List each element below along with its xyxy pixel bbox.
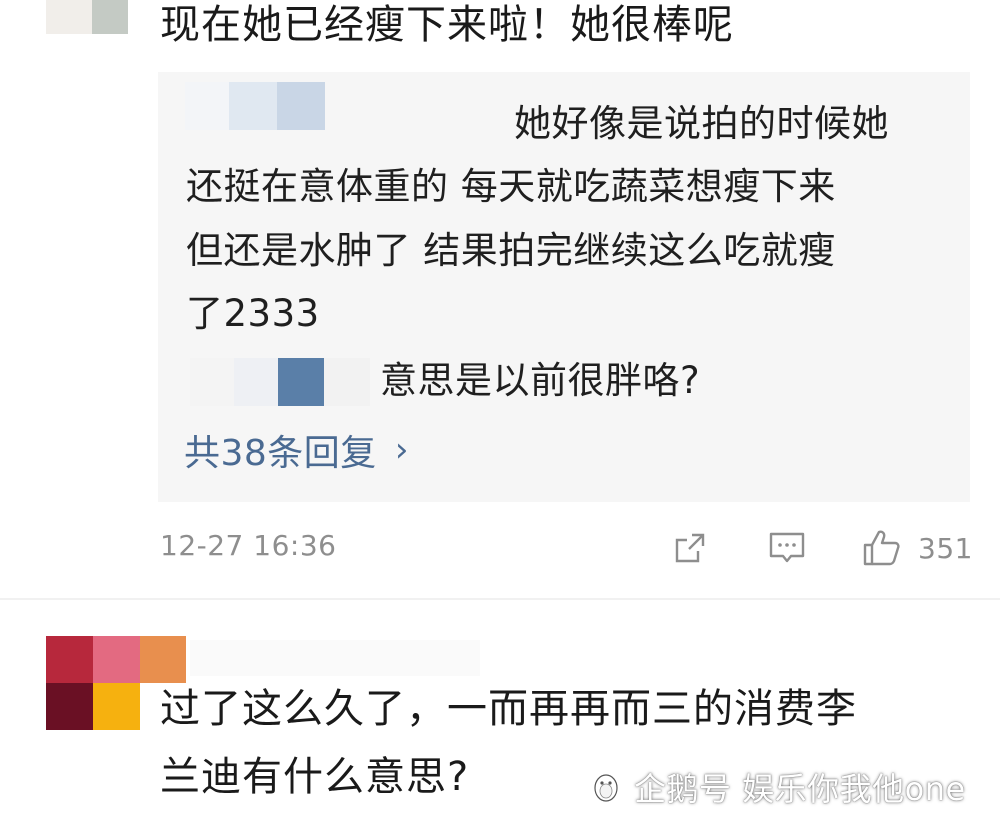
reply-text: 还挺在意体重的 每天就吃蔬菜想瘦下来 — [186, 165, 836, 208]
view-more-replies-label: 共38条回复 — [184, 433, 377, 474]
like-button[interactable]: 351 — [860, 526, 973, 570]
comment-text: 过了这么久了，一而再再而三的消费李 — [160, 686, 857, 732]
reply-username-blurred — [185, 82, 325, 130]
reply-text: 意思是以前很胖咯? — [380, 359, 701, 402]
comment-text: 兰迪有什么意思? — [160, 754, 470, 800]
reply-text: 她好像是说拍的时候她 — [514, 102, 889, 145]
view-more-replies-link[interactable]: 共38条回复 › — [184, 424, 409, 476]
avatar[interactable] — [46, 0, 128, 34]
reply-icon[interactable] — [766, 528, 808, 568]
comment-text: 现在她已经瘦下来啦！她很棒呢 — [160, 2, 734, 48]
avatar-tile — [46, 0, 92, 34]
watermark-text: 企鹅号 娱乐你我他one — [634, 770, 966, 808]
avatar-tile — [92, 0, 128, 34]
chevron-right-icon: › — [394, 430, 409, 470]
penguin-logo-icon — [586, 767, 626, 807]
reply-text: 但还是水肿了 结果拍完继续这么吃就瘦 — [186, 229, 836, 272]
username-blurred — [190, 640, 480, 676]
comment-timestamp: 12-27 16:36 — [160, 529, 337, 562]
reply-username-blurred — [190, 358, 370, 406]
share-icon[interactable] — [670, 528, 710, 568]
reply-text: 了2333 — [186, 292, 320, 335]
like-icon — [860, 526, 904, 570]
watermark: 企鹅号 娱乐你我他one — [586, 764, 966, 810]
divider — [0, 598, 1000, 600]
like-count: 351 — [918, 531, 973, 565]
